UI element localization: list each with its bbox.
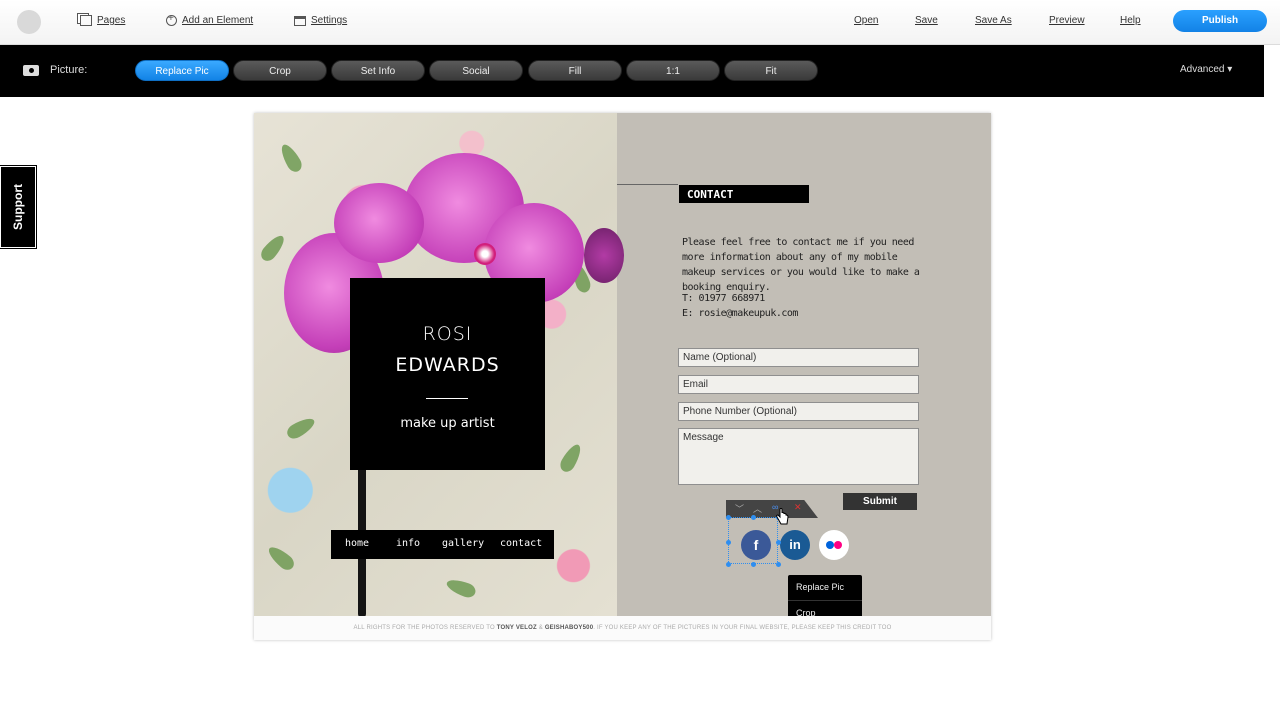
save-as-link[interactable]: Save As [975, 15, 1012, 26]
website-canvas: ROSI EDWARDS make up artist home info ga… [254, 113, 991, 640]
name-field[interactable]: Name (Optional) [678, 348, 919, 367]
leaf-decoration [557, 441, 585, 475]
resize-handle[interactable] [776, 540, 781, 545]
name-divider [426, 398, 468, 399]
close-icon[interactable]: ✕ [794, 502, 802, 513]
orchid-flower [334, 183, 424, 263]
message-field[interactable]: Message [678, 428, 919, 485]
resize-handle[interactable] [726, 562, 731, 567]
facebook-icon[interactable]: f [741, 530, 771, 560]
open-link[interactable]: Open [854, 15, 878, 26]
crop-button[interactable]: Crop [233, 60, 327, 81]
help-link[interactable]: Help [1120, 15, 1141, 26]
orchid-bud [584, 228, 624, 283]
nav-item-contact[interactable]: contact [500, 538, 542, 549]
leaf-decoration [277, 141, 305, 175]
settings-menu[interactable]: Settings [294, 15, 347, 26]
site-nav-menu: home info gallery contact [331, 530, 554, 559]
site-name-last: EDWARDS [395, 354, 500, 376]
pages-menu[interactable]: Pages [80, 15, 125, 26]
flickr-icon[interactable] [819, 530, 849, 560]
hand-cursor-icon [776, 508, 789, 525]
save-link[interactable]: Save [915, 15, 938, 26]
leaf-decoration [265, 542, 297, 574]
contact-divider-line [617, 184, 678, 185]
add-element-menu[interactable]: Add an Element [166, 13, 254, 26]
pages-label: Pages [97, 15, 126, 26]
camera-icon [23, 65, 39, 76]
site-footer[interactable]: ALL RIGHTS FOR THE PHOTOS RESERVED TO TO… [254, 616, 991, 640]
footer-suffix: . IF YOU KEEP ANY OF THE PICTURES IN YOU… [593, 625, 892, 631]
flickr-pink-dot [834, 541, 842, 549]
picture-label: Picture: [50, 64, 88, 76]
contact-heading[interactable]: CONTACT [679, 185, 809, 203]
add-element-icon [166, 13, 177, 26]
phone-field[interactable]: Phone Number (Optional) [678, 402, 919, 421]
editor-logo-icon[interactable] [17, 10, 41, 34]
picture-toolbar: Picture: Replace Pic Crop Set Info Socia… [0, 45, 1264, 97]
fill-button[interactable]: Fill [528, 60, 622, 81]
footer-photographer-1: TONY VELOZ [496, 625, 537, 631]
name-box: ROSI EDWARDS make up artist [350, 278, 545, 470]
support-tab[interactable]: Support [0, 165, 37, 249]
support-label: Support [11, 184, 25, 230]
add-element-label: Add an Element [182, 15, 254, 26]
preview-link[interactable]: Preview [1049, 15, 1085, 26]
leaf-decoration [444, 576, 478, 600]
footer-prefix: ALL RIGHTS FOR THE PHOTOS RESERVED TO [353, 625, 495, 631]
contact-phone: T: 01977 668971 [682, 293, 765, 304]
nav-item-home[interactable]: home [345, 538, 369, 549]
orchid-center [474, 243, 496, 265]
site-name-first: ROSI [422, 323, 473, 345]
settings-icon [294, 15, 306, 26]
resize-handle[interactable] [751, 515, 756, 520]
leaf-decoration [284, 414, 318, 442]
nav-item-info[interactable]: info [396, 538, 420, 549]
social-widget-toolbar: ﹀ ︿ ∞ ✕ [726, 500, 818, 518]
nav-item-gallery[interactable]: gallery [442, 538, 484, 549]
one-to-one-button[interactable]: 1:1 [626, 60, 720, 81]
resize-handle[interactable] [751, 562, 756, 567]
set-info-button[interactable]: Set Info [331, 60, 425, 81]
resize-handle[interactable] [726, 540, 731, 545]
chevron-down-icon[interactable]: ﹀ [735, 502, 744, 515]
advanced-dropdown[interactable]: Advanced ▾ [1180, 64, 1232, 75]
resize-handle[interactable] [776, 562, 781, 567]
context-menu-replace-pic[interactable]: Replace Pic [796, 582, 844, 592]
flickr-blue-dot [826, 541, 834, 549]
editor-top-bar: Pages Add an Element Settings Open Save … [0, 0, 1280, 45]
site-tagline: make up artist [400, 416, 495, 431]
footer-ampersand: & [538, 625, 543, 631]
contact-intro-text[interactable]: Please feel free to contact me if you ne… [682, 235, 932, 295]
social-button[interactable]: Social [429, 60, 523, 81]
fit-button[interactable]: Fit [724, 60, 818, 81]
leaf-decoration [257, 232, 289, 264]
chevron-up-icon[interactable]: ︿ [753, 502, 762, 515]
pages-icon [80, 15, 92, 26]
context-menu-divider [788, 600, 862, 601]
settings-label: Settings [311, 15, 348, 26]
replace-pic-button[interactable]: Replace Pic [135, 60, 229, 81]
linkedin-icon[interactable]: in [780, 530, 810, 560]
resize-handle[interactable] [726, 515, 731, 520]
publish-button[interactable]: Publish [1173, 10, 1267, 32]
email-field[interactable]: Email [678, 375, 919, 394]
contact-email: E: rosie@makeupuk.com [682, 308, 798, 319]
submit-button[interactable]: Submit [843, 493, 917, 510]
footer-photographer-2: GEISHABOY500 [544, 625, 594, 631]
